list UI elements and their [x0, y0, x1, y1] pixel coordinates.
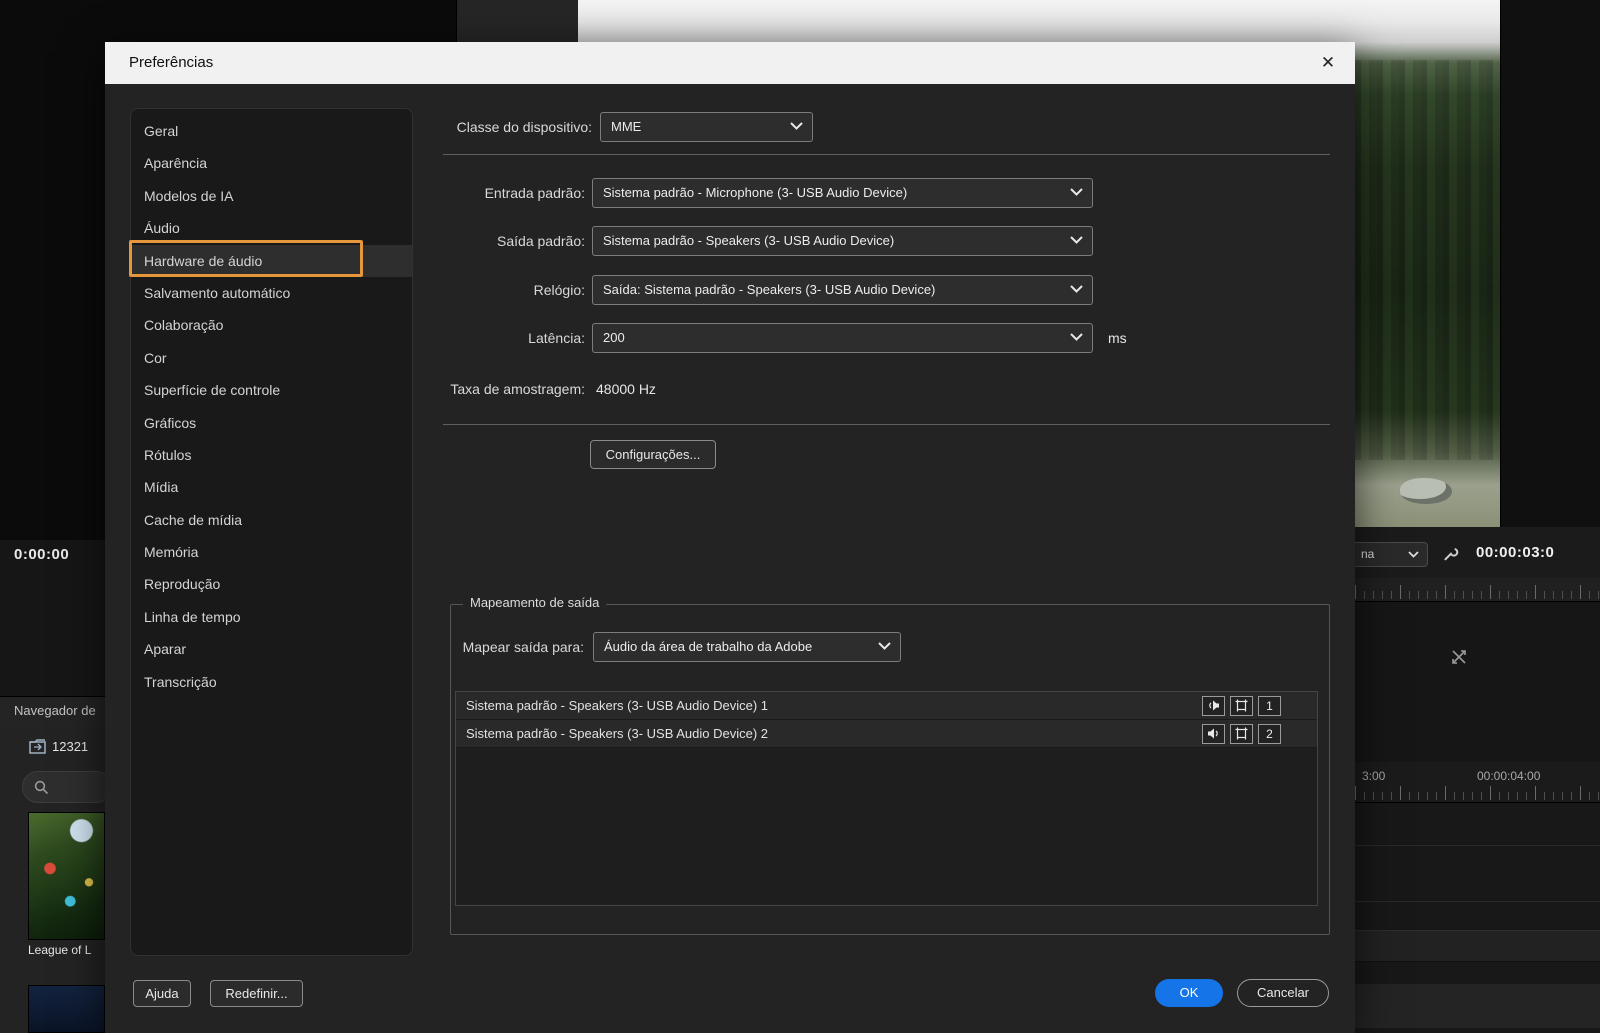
chevron-down-icon [1070, 285, 1083, 293]
saida-padrao-value: Sistema padrão - Speakers (3- USB Audio … [603, 233, 895, 248]
clip-thumbnail-partial[interactable] [28, 985, 105, 1033]
preview-tree-texture [1355, 60, 1500, 460]
timeline-fit-dropdown-value: na [1361, 547, 1375, 561]
entrada-padrao-value: Sistema padrão - Microphone (3- USB Audi… [603, 185, 908, 200]
device-class-dropdown[interactable]: MME [600, 112, 813, 142]
annotation-highlight-box [129, 240, 363, 277]
channel-number-box[interactable]: 1 [1258, 695, 1281, 716]
premiere-app-window: 0:00:00 Navegador de 12321 League of L n… [0, 0, 1600, 1033]
output-channel-name: Sistema padrão - Speakers (3- USB Audio … [466, 698, 769, 713]
clip-caption: League of L [28, 943, 92, 957]
search-input[interactable] [22, 771, 112, 803]
chevron-down-icon [1070, 236, 1083, 244]
chevron-down-icon [790, 122, 803, 130]
chevron-down-icon [1408, 551, 1419, 558]
timeline-time-ruler[interactable] [1355, 786, 1600, 803]
sidebar-item-memoria[interactable]: Memória [131, 536, 412, 568]
output-mapping-group-label: Mapeamento de saída [463, 595, 607, 610]
ok-button[interactable]: OK [1155, 979, 1223, 1007]
sidebar-item-midia[interactable]: Mídia [131, 471, 412, 503]
device-class-value: MME [611, 119, 642, 134]
timeline-fit-dropdown[interactable]: na [1350, 542, 1428, 567]
sidebar-item-aparar[interactable]: Aparar [131, 633, 412, 665]
dialog-titlebar: Preferências ✕ [105, 42, 1355, 84]
ruler-label-left: 3:00 [1362, 769, 1386, 783]
bin-icon [29, 739, 47, 754]
sidebar-item-graficos[interactable]: Gráficos [131, 407, 412, 439]
relogio-dropdown[interactable]: Saída: Sistema padrão - Speakers (3- USB… [592, 275, 1093, 305]
timeline-empty-area [1355, 602, 1600, 762]
section-divider [443, 424, 1330, 425]
right-channel-speaker-icon[interactable] [1202, 723, 1225, 744]
clip-thumbnail-league[interactable] [28, 812, 105, 940]
crossed-arrows-icon[interactable] [1450, 648, 1468, 666]
source-timecode[interactable]: 0:00:00 [14, 546, 69, 563]
preferences-dialog: Preferências ✕ Geral Aparência Modelos d… [105, 42, 1355, 1033]
latencia-dropdown[interactable]: 200 [592, 323, 1093, 353]
wrench-icon[interactable] [1442, 546, 1459, 563]
chevron-down-icon [878, 642, 891, 650]
bin-name[interactable]: 12321 [52, 739, 88, 754]
close-icon[interactable]: ✕ [1315, 50, 1341, 76]
sidebar-item-transcricao[interactable]: Transcrição [131, 666, 412, 698]
dialog-title: Preferências [129, 54, 214, 71]
left-channel-speaker-icon[interactable] [1202, 695, 1225, 716]
channel-number-box[interactable]: 2 [1258, 723, 1281, 744]
device-class-label: Classe do dispositivo: [456, 119, 592, 135]
preview-rock [1400, 478, 1452, 504]
right-edge-panel [1500, 0, 1600, 527]
monitor-time-ruler[interactable] [1355, 578, 1600, 602]
map-output-value: Áudio da área de trabalho da Adobe [604, 639, 813, 654]
sidebar-item-reproducao[interactable]: Reprodução [131, 568, 412, 600]
latencia-value: 200 [603, 330, 625, 345]
cancel-button[interactable]: Cancelar [1237, 979, 1329, 1007]
map-output-label: Mapear saída para: [462, 639, 584, 655]
latencia-label: Latência: [528, 330, 585, 346]
reset-button[interactable]: Redefinir... [210, 980, 303, 1007]
sidebar-item-linha-de-tempo[interactable]: Linha de tempo [131, 601, 412, 633]
output-mapping-list: Sistema padrão - Speakers (3- USB Audio … [455, 691, 1318, 906]
panel-gap [457, 0, 578, 42]
saida-padrao-dropdown[interactable]: Sistema padrão - Speakers (3- USB Audio … [592, 226, 1093, 256]
sample-rate-value: 48000 Hz [596, 381, 656, 397]
sidebar-item-cache-de-midia[interactable]: Cache de mídia [131, 504, 412, 536]
channel-grid-icon[interactable] [1230, 695, 1253, 716]
search-icon [34, 780, 49, 795]
sidebar-item-rotulos[interactable]: Rótulos [131, 439, 412, 471]
relogio-value: Saída: Sistema padrão - Speakers (3- USB… [603, 282, 936, 297]
output-mapping-group: Mapeamento de saída Mapear saída para: Á… [450, 595, 1330, 935]
timeline-timecode[interactable]: 00:00:03:0 [1476, 544, 1554, 561]
channel-grid-icon[interactable] [1230, 723, 1253, 744]
chevron-down-icon [1070, 333, 1083, 341]
output-channel-name: Sistema padrão - Speakers (3- USB Audio … [466, 726, 769, 741]
ruler-label-right: 00:00:04:00 [1477, 769, 1541, 783]
settings-button[interactable]: Configurações... [590, 440, 716, 469]
sidebar-item-aparencia[interactable]: Aparência [131, 147, 412, 179]
relogio-label: Relógio: [533, 282, 585, 298]
media-browser-panel-title: Navegador de [14, 703, 96, 718]
entrada-padrao-label: Entrada padrão: [484, 185, 585, 201]
section-divider [443, 154, 1330, 155]
entrada-padrao-dropdown[interactable]: Sistema padrão - Microphone (3- USB Audi… [592, 178, 1093, 208]
timeline-tracks [1355, 803, 1600, 1033]
help-button[interactable]: Ajuda [133, 980, 191, 1007]
map-output-dropdown[interactable]: Áudio da área de trabalho da Adobe [593, 632, 901, 662]
output-mapping-row-1[interactable]: Sistema padrão - Speakers (3- USB Audio … [456, 692, 1317, 720]
sample-rate-label: Taxa de amostragem: [450, 381, 585, 397]
output-mapping-row-2[interactable]: Sistema padrão - Speakers (3- USB Audio … [456, 720, 1317, 748]
latencia-unit: ms [1108, 330, 1127, 346]
chevron-down-icon [1070, 188, 1083, 196]
